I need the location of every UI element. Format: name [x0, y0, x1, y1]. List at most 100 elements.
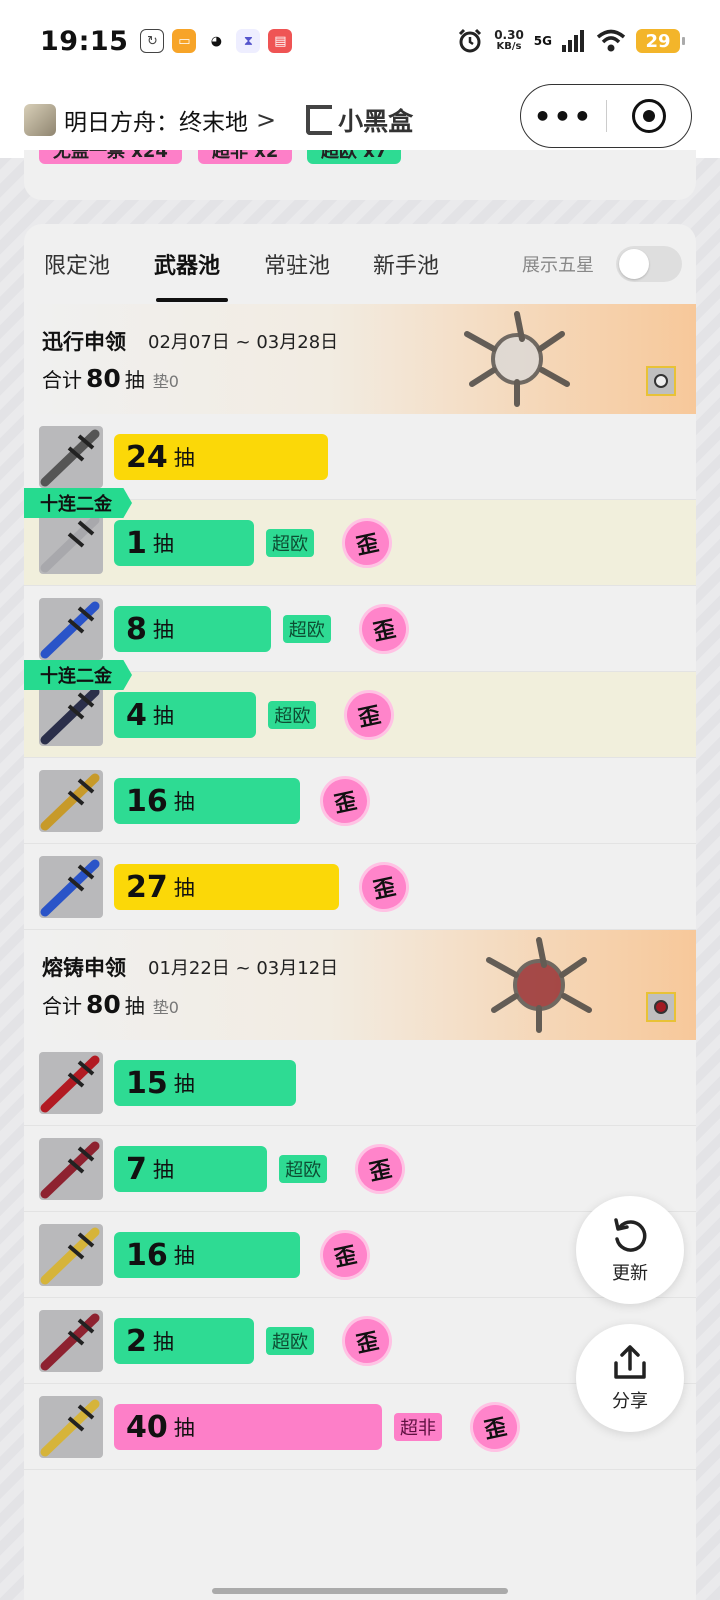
pull-count-bar: 15 抽 — [114, 1060, 296, 1106]
notification-icons: ↻ ▭ ◕ ⧗ ▤ — [140, 29, 293, 53]
tab-weapon[interactable]: 武器池 — [154, 248, 220, 280]
status-bar: 19:15 ↻ ▭ ◕ ⧗ ▤ 0.30 KB/s 5G 29 — [0, 0, 720, 82]
off-banner-badge: 歪 — [354, 599, 414, 659]
off-banner-badge: 歪 — [465, 1397, 525, 1457]
pull-count-bar: 24 抽 — [114, 434, 329, 480]
weapon-thumbnail — [39, 856, 103, 918]
more-button[interactable]: ••• — [521, 100, 606, 133]
pool-tabs: 限定池 武器池 常驻池 新手池 展示五星 — [24, 224, 696, 308]
pool-total: 合计 80 抽垫0 — [42, 364, 179, 393]
weapon-thumbnail — [39, 770, 103, 832]
pool-weapon-thumb — [646, 366, 676, 396]
pull-count-bar: 2抽 — [114, 1318, 254, 1364]
refresh-label: 更新 — [612, 1263, 648, 1284]
pull-count-bar: 4抽 — [114, 692, 257, 738]
ten-pull-double-gold-ribbon: 十连二金 — [24, 488, 132, 518]
brand-name: 小黑盒 — [338, 107, 414, 136]
tab-standard[interactable]: 常驻池 — [264, 248, 330, 280]
pull-record-row: 24 抽 — [24, 414, 696, 500]
heybox-logo-icon — [306, 105, 333, 135]
wallet-app-icon: ▭ — [172, 29, 197, 53]
luck-tag: 超欧 — [268, 701, 317, 729]
off-banner-badge: 歪 — [314, 1225, 375, 1285]
mini-program-nav: 明日方舟：终末地 > 小黑盒 ••• — [0, 82, 720, 158]
calendar-app-icon: ▤ — [268, 29, 293, 53]
off-banner-badge: 歪 — [314, 771, 375, 831]
status-right: 0.30 KB/s 5G 29 — [456, 27, 685, 55]
weapon-thumbnail — [39, 426, 103, 488]
clock: 19:15 — [40, 25, 129, 57]
wifi-icon — [596, 29, 626, 52]
chevron-right-icon[interactable]: > — [256, 106, 276, 134]
pool-weapon-thumb — [646, 992, 676, 1022]
show-five-star-label: 展示五星 — [522, 255, 594, 276]
summary-chip: 超欧 x7 — [307, 150, 402, 164]
pull-count-bar: 27 抽 — [114, 864, 340, 910]
pull-record-row: 16 抽 歪 — [24, 758, 696, 844]
weapon-thumbnail — [39, 1310, 103, 1372]
luck-tag: 超欧 — [282, 615, 331, 643]
pull-record-row: 8抽 超欧歪 — [24, 586, 696, 672]
off-banner-badge: 歪 — [350, 1139, 410, 1199]
pull-count-bar: 8抽 — [114, 606, 271, 652]
show-five-star-toggle[interactable] — [616, 246, 682, 282]
pull-count-bar: 40 抽 — [114, 1404, 382, 1450]
weapon-thumbnail — [39, 1138, 103, 1200]
hourglass-app-icon: ⧗ — [236, 29, 261, 53]
refresh-button[interactable]: 更新 — [576, 1196, 684, 1304]
battery-indicator: 29 — [636, 29, 685, 53]
summary-chip: 无盖一票 x24 — [39, 150, 182, 164]
off-banner-badge: 歪 — [339, 685, 400, 745]
pull-count-bar: 7抽 — [114, 1146, 268, 1192]
game-title[interactable]: 明日方舟：终末地 — [64, 103, 248, 137]
home-indicator — [212, 1588, 508, 1594]
pull-record-row: 7抽 超欧歪 — [24, 1126, 696, 1212]
off-banner-badge: 歪 — [337, 1311, 397, 1371]
pool-date-range: 01月22日 ~ 03月12日 — [148, 958, 339, 979]
tab-limited[interactable]: 限定池 — [44, 248, 110, 280]
luck-tag: 超欧 — [266, 529, 314, 557]
capsule-menu: ••• — [520, 84, 692, 148]
tab-beginner[interactable]: 新手池 — [373, 248, 439, 280]
luck-tag: 超非 — [394, 1413, 442, 1441]
pool-name: 迅行申领 — [42, 330, 126, 354]
close-miniprogram-button[interactable] — [607, 99, 691, 133]
pool-name: 熔铸申领 — [42, 956, 126, 980]
game-avatar[interactable] — [24, 104, 56, 136]
pull-count-bar: 16 抽 — [114, 778, 300, 824]
summary-card: 无盖一票 x24 超非 x2 超欧 x7 — [24, 150, 696, 200]
off-banner-badge: 歪 — [354, 857, 414, 917]
pull-count-bar: 16 抽 — [114, 1232, 300, 1278]
pool-date-range: 02月07日 ~ 03月28日 — [148, 332, 339, 353]
pull-count-bar: 1抽 — [114, 520, 254, 566]
share-button[interactable]: 分享 — [576, 1324, 684, 1432]
pull-record-row: 27 抽 歪 — [24, 844, 696, 930]
pool-total: 合计 80 抽垫0 — [42, 990, 179, 1019]
off-banner-badge: 歪 — [337, 513, 397, 573]
brand: 小黑盒 — [306, 102, 413, 138]
signal-icon — [562, 30, 584, 52]
toggle-knob — [619, 249, 649, 279]
qq-app-icon: ◕ — [204, 29, 229, 53]
network-type: 5G — [533, 34, 552, 48]
share-icon — [614, 1345, 646, 1379]
luck-tag: 超欧 — [266, 1327, 314, 1355]
luck-tag: 超欧 — [279, 1155, 328, 1183]
refresh-icon — [614, 1218, 647, 1252]
summary-chip: 超非 x2 — [198, 150, 293, 164]
weapon-thumbnail — [39, 1052, 103, 1114]
pull-record-row: 15 抽 — [24, 1040, 696, 1126]
alarm-icon — [459, 28, 482, 53]
weapon-art-icon — [464, 930, 614, 1040]
active-tab-indicator — [156, 298, 228, 302]
weapon-thumbnail — [39, 1224, 103, 1286]
ten-pull-double-gold-ribbon: 十连二金 — [24, 660, 132, 690]
weapon-art-icon — [442, 304, 592, 414]
weapon-thumbnail — [39, 684, 103, 746]
target-icon — [632, 99, 666, 133]
weapon-thumbnail — [39, 598, 103, 660]
share-label: 分享 — [612, 1391, 648, 1412]
network-speed: 0.30 KB/s — [494, 28, 524, 52]
sync-app-icon: ↻ — [140, 29, 165, 53]
pool-header: 熔铸申领 01月22日 ~ 03月12日 合计 80 抽垫0 — [24, 930, 696, 1040]
